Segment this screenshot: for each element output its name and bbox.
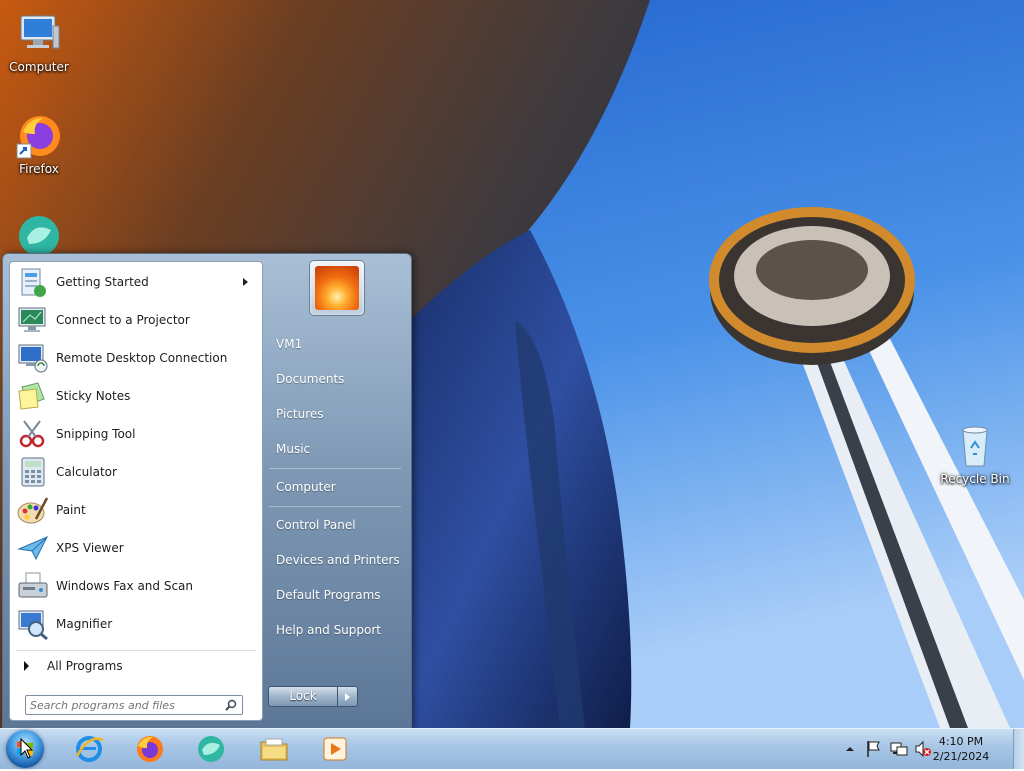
start-menu: Getting Started Connect to a Projector R… <box>2 253 412 730</box>
submenu-arrow-icon <box>243 278 248 286</box>
network-icon[interactable] <box>890 740 908 758</box>
taskbar-firefox[interactable] <box>123 731 177 767</box>
desktop-icon-label: Computer <box>9 60 69 74</box>
place-computer[interactable]: Computer <box>276 480 336 494</box>
all-programs-label: All Programs <box>47 659 123 673</box>
expand-arrow-icon <box>24 661 29 671</box>
magnifier-icon <box>16 607 50 641</box>
calculator-icon <box>16 455 50 489</box>
search-input[interactable] <box>30 697 218 713</box>
all-programs-button[interactable]: All Programs <box>12 654 260 678</box>
search-box[interactable] <box>25 695 243 715</box>
program-label: Sticky Notes <box>56 389 131 403</box>
separator <box>269 468 401 469</box>
taskbar-app[interactable] <box>184 731 238 767</box>
desktop-icon-label: Firefox <box>19 162 59 176</box>
search-icon[interactable] <box>225 699 237 711</box>
taskbar: 4:10 PM 2/21/2024 <box>0 728 1024 769</box>
program-snipping-tool[interactable]: Snipping Tool <box>12 416 260 452</box>
taskbar-media-player[interactable] <box>308 731 362 767</box>
firefox-icon <box>137 736 163 762</box>
power-options-button[interactable] <box>338 686 358 707</box>
programs-pane: Getting Started Connect to a Projector R… <box>9 261 263 721</box>
computer-icon <box>15 10 63 58</box>
taskbar-file-explorer[interactable] <box>247 731 301 767</box>
separator <box>269 506 401 507</box>
action-center-flag-icon[interactable] <box>866 740 882 758</box>
clock[interactable]: 4:10 PM 2/21/2024 <box>920 734 1002 764</box>
place-music[interactable]: Music <box>276 442 310 456</box>
user-picture[interactable] <box>309 260 365 316</box>
desktop-icon-label: Recycle Bin <box>940 472 1010 486</box>
program-label: Magnifier <box>56 617 113 631</box>
paint-icon <box>16 493 50 527</box>
file-explorer-icon <box>260 738 288 761</box>
place-documents[interactable]: Documents <box>276 372 344 386</box>
chevron-right-icon <box>345 693 350 701</box>
program-label: Connect to a Projector <box>56 313 190 327</box>
program-label: Paint <box>56 503 86 517</box>
program-calculator[interactable]: Calculator <box>12 454 260 490</box>
user-avatar <box>315 266 359 310</box>
xps-viewer-icon <box>16 531 50 565</box>
firefox-icon <box>15 112 63 160</box>
mouse-cursor-icon <box>20 738 34 759</box>
program-getting-started[interactable]: Getting Started <box>12 264 260 300</box>
media-player-icon <box>323 737 347 761</box>
separator <box>16 650 256 651</box>
place-default-programs[interactable]: Default Programs <box>276 588 381 602</box>
program-remote-desktop[interactable]: Remote Desktop Connection <box>12 340 260 376</box>
app-icon <box>198 736 224 762</box>
desktop-icon-computer[interactable]: Computer <box>1 10 77 74</box>
place-devices-printers[interactable]: Devices and Printers <box>276 553 400 567</box>
program-label: Calculator <box>56 465 117 479</box>
sticky-notes-icon <box>16 379 50 413</box>
projector-icon <box>16 303 50 337</box>
fax-scan-icon <box>16 569 50 603</box>
clock-date: 2/21/2024 <box>932 750 990 763</box>
snipping-tool-icon <box>16 417 50 451</box>
place-control-panel[interactable]: Control Panel <box>276 518 356 532</box>
show-desktop-button[interactable] <box>1013 729 1024 769</box>
internet-explorer-icon <box>75 736 104 762</box>
program-label: Remote Desktop Connection <box>56 351 228 365</box>
desktop-icon-firefox[interactable]: Firefox <box>1 112 77 176</box>
program-label: Snipping Tool <box>56 427 136 441</box>
recycle-bin-icon <box>951 422 999 470</box>
remote-desktop-icon <box>16 341 50 375</box>
getting-started-icon <box>16 265 50 299</box>
program-magnifier[interactable]: Magnifier <box>12 606 260 642</box>
lock-button[interactable]: Lock <box>268 686 338 707</box>
program-xps-viewer[interactable]: XPS Viewer <box>12 530 260 566</box>
program-label: Getting Started <box>56 275 149 289</box>
program-connect-to-projector[interactable]: Connect to a Projector <box>12 302 260 338</box>
program-paint[interactable]: Paint <box>12 492 260 528</box>
program-windows-fax-scan[interactable]: Windows Fax and Scan <box>12 568 260 604</box>
program-label: XPS Viewer <box>56 541 124 555</box>
desktop-icon-recycle-bin[interactable]: Recycle Bin <box>937 422 1013 486</box>
program-label: Windows Fax and Scan <box>56 579 194 593</box>
clock-time: 4:10 PM <box>938 735 984 748</box>
place-pictures[interactable]: Pictures <box>276 407 324 421</box>
program-sticky-notes[interactable]: Sticky Notes <box>12 378 260 414</box>
place-help-support[interactable]: Help and Support <box>276 623 381 637</box>
place-user-folder[interactable]: VM1 <box>276 337 302 351</box>
show-hidden-icons-button[interactable] <box>845 744 855 754</box>
taskbar-internet-explorer[interactable] <box>62 731 116 767</box>
